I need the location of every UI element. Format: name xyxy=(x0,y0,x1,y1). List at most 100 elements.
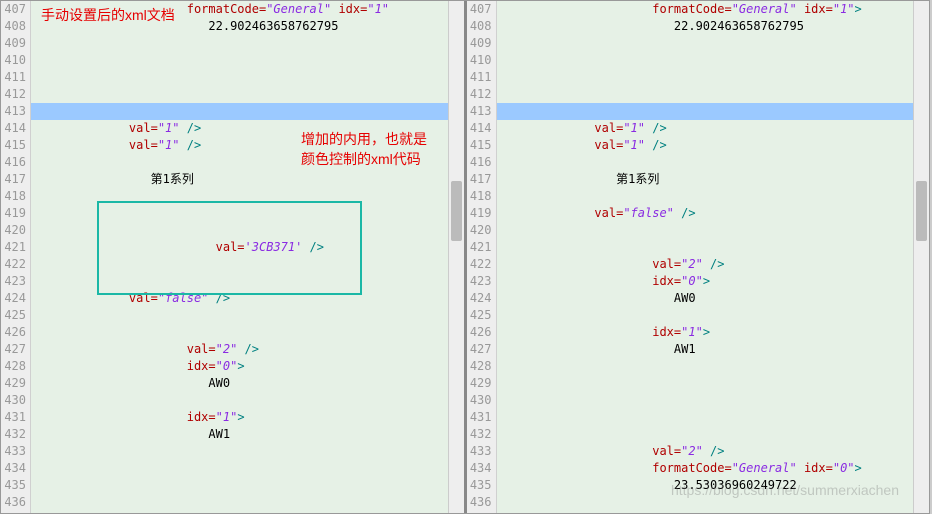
line-number: 413 xyxy=(1,103,26,120)
code-line[interactable] xyxy=(31,52,448,69)
line-number: 408 xyxy=(467,18,492,35)
code-line[interactable] xyxy=(31,69,448,86)
code-line[interactable]: val='3CB371' /> xyxy=(31,239,448,256)
code-line[interactable]: idx="1"> xyxy=(497,324,914,341)
code-line[interactable] xyxy=(31,154,448,171)
line-number: 436 xyxy=(467,494,492,511)
code-line[interactable] xyxy=(497,307,914,324)
code-line[interactable]: AW0 xyxy=(497,290,914,307)
code-line[interactable]: idx="1"> xyxy=(31,409,448,426)
code-line[interactable] xyxy=(31,103,448,120)
line-number: 437 xyxy=(1,511,26,513)
code-line[interactable] xyxy=(31,273,448,290)
right-scrollbar[interactable] xyxy=(913,1,929,513)
code-line[interactable]: val="1" /> xyxy=(497,137,914,154)
line-number: 422 xyxy=(467,256,492,273)
code-line[interactable] xyxy=(31,443,448,460)
code-line[interactable]: val="2" /> xyxy=(31,341,448,358)
code-line[interactable] xyxy=(31,460,448,477)
code-line[interactable] xyxy=(31,494,448,511)
line-number: 428 xyxy=(467,358,492,375)
code-line[interactable] xyxy=(31,86,448,103)
code-line[interactable]: AW0 xyxy=(31,375,448,392)
code-line[interactable]: idx="0"> xyxy=(31,358,448,375)
code-line[interactable] xyxy=(497,494,914,511)
scroll-thumb[interactable] xyxy=(916,181,927,241)
code-line[interactable]: val="1" /> xyxy=(31,120,448,137)
line-number: 432 xyxy=(467,426,492,443)
line-number: 430 xyxy=(1,392,26,409)
line-number: 410 xyxy=(1,52,26,69)
code-line[interactable] xyxy=(31,256,448,273)
left-gutter: 4074084094104114124134144154164174184194… xyxy=(1,1,31,513)
code-line[interactable]: 22.902463658762795 xyxy=(497,18,914,35)
code-line[interactable] xyxy=(31,307,448,324)
scroll-thumb[interactable] xyxy=(451,181,462,241)
line-number: 429 xyxy=(467,375,492,392)
code-line[interactable] xyxy=(497,375,914,392)
line-number: 421 xyxy=(1,239,26,256)
line-number: 423 xyxy=(467,273,492,290)
line-number: 437 xyxy=(467,511,492,513)
line-number: 426 xyxy=(1,324,26,341)
code-line[interactable]: 第1系列 xyxy=(497,171,914,188)
code-line[interactable] xyxy=(31,324,448,341)
code-line[interactable] xyxy=(497,392,914,409)
code-line[interactable] xyxy=(31,188,448,205)
code-line[interactable] xyxy=(497,103,914,120)
code-line[interactable] xyxy=(497,239,914,256)
code-line[interactable] xyxy=(497,69,914,86)
code-line[interactable] xyxy=(497,154,914,171)
code-line[interactable] xyxy=(497,222,914,239)
code-line[interactable]: val="2" /> xyxy=(497,443,914,460)
line-number: 430 xyxy=(467,392,492,409)
line-number: 407 xyxy=(467,1,492,18)
line-number: 409 xyxy=(1,35,26,52)
code-line[interactable] xyxy=(31,477,448,494)
code-line[interactable]: formatCode="General" idx="1" xyxy=(31,1,448,18)
line-number: 427 xyxy=(467,341,492,358)
code-line[interactable]: 第1系列 xyxy=(31,171,448,188)
line-number: 417 xyxy=(1,171,26,188)
code-line[interactable]: val="false" /> xyxy=(497,205,914,222)
code-line[interactable] xyxy=(31,511,448,513)
code-line[interactable]: formatCode="General" idx="1"> xyxy=(497,1,914,18)
line-number: 419 xyxy=(1,205,26,222)
code-line[interactable] xyxy=(497,86,914,103)
code-line[interactable] xyxy=(31,392,448,409)
code-line[interactable]: AW1 xyxy=(497,341,914,358)
left-code[interactable]: formatCode="General" idx="1" 22.90246365… xyxy=(31,1,448,513)
code-line[interactable] xyxy=(497,188,914,205)
line-number: 426 xyxy=(467,324,492,341)
code-line[interactable]: 23.53036960249722 xyxy=(497,477,914,494)
line-number: 436 xyxy=(1,494,26,511)
line-number: 407 xyxy=(1,1,26,18)
right-code[interactable]: formatCode="General" idx="1"> 22.9024636… xyxy=(497,1,914,513)
line-number: 416 xyxy=(1,154,26,171)
code-line[interactable]: 22.902463658762795 xyxy=(31,18,448,35)
code-line[interactable] xyxy=(497,409,914,426)
code-line[interactable]: AW1 xyxy=(31,426,448,443)
line-number: 434 xyxy=(1,460,26,477)
left-scrollbar[interactable] xyxy=(448,1,464,513)
line-number: 431 xyxy=(1,409,26,426)
code-line[interactable] xyxy=(497,358,914,375)
code-line[interactable]: val="false" /> xyxy=(31,290,448,307)
code-line[interactable] xyxy=(31,205,448,222)
code-line[interactable]: idx="0"> xyxy=(497,273,914,290)
code-line[interactable]: formatCode="General" idx="1"> xyxy=(497,511,914,513)
code-line[interactable] xyxy=(31,222,448,239)
code-line[interactable]: val="1" /> xyxy=(497,120,914,137)
code-line[interactable]: val="2" /> xyxy=(497,256,914,273)
code-line[interactable]: formatCode="General" idx="0"> xyxy=(497,460,914,477)
line-number: 411 xyxy=(467,69,492,86)
code-line[interactable] xyxy=(497,426,914,443)
line-number: 412 xyxy=(467,86,492,103)
line-number: 415 xyxy=(467,137,492,154)
line-number: 416 xyxy=(467,154,492,171)
code-line[interactable] xyxy=(497,35,914,52)
code-line[interactable] xyxy=(497,52,914,69)
code-line[interactable] xyxy=(31,35,448,52)
code-line[interactable]: val="1" /> xyxy=(31,137,448,154)
line-number: 433 xyxy=(467,443,492,460)
